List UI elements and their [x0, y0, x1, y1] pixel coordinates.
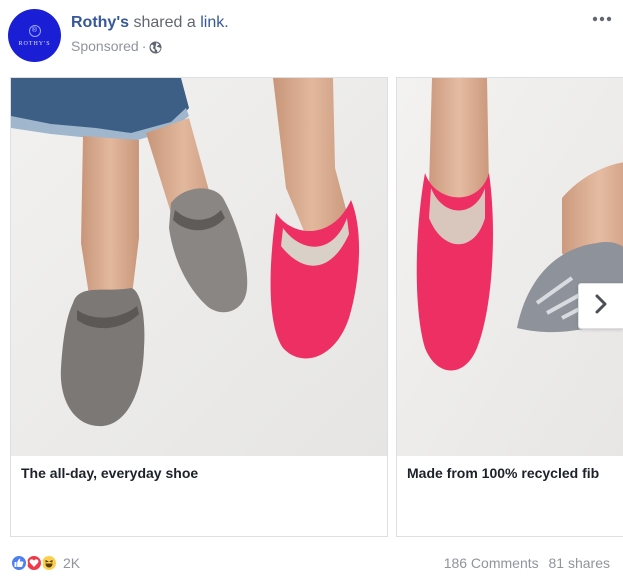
sponsored-separator: · — [141, 38, 147, 54]
page-avatar[interactable]: ® ROTHY'S — [8, 9, 61, 62]
page-name-link[interactable]: Rothy's — [71, 14, 129, 31]
carousel-card-1[interactable]: The all-day, everyday shoe — [10, 77, 388, 537]
card-caption[interactable]: Made from 100% recycled fib — [407, 465, 599, 481]
engagement-stats: 186 Comments 81 shares — [438, 555, 610, 571]
reactions-summary[interactable]: 2K — [10, 553, 80, 573]
avatar-logo-text: ROTHY'S — [18, 40, 51, 47]
like-icon — [10, 554, 28, 572]
post-footer: 2K 186 Comments 81 shares — [0, 548, 623, 580]
chevron-right-icon — [594, 294, 608, 319]
rothys-emblem-icon: ® — [28, 24, 41, 37]
shared-text: shared a — [133, 14, 196, 31]
more-options-icon[interactable] — [590, 12, 614, 26]
card-image-pink-zebra-flats[interactable] — [397, 78, 623, 456]
carousel-next-button[interactable] — [578, 283, 623, 329]
sponsored-line: Sponsored · — [71, 37, 162, 55]
sponsored-label[interactable]: Sponsored — [71, 37, 139, 55]
ad-carousel: The all-day, everyday shoe Made from 100… — [0, 77, 623, 539]
comments-count[interactable]: 186 Comments — [444, 555, 539, 571]
globe-icon[interactable] — [149, 40, 162, 53]
post-header: ® ROTHY'S Rothy's shared a link. Sponsor… — [0, 0, 623, 70]
card-caption[interactable]: The all-day, everyday shoe — [21, 465, 198, 481]
card-image-grey-loafers[interactable] — [11, 78, 387, 456]
link-word[interactable]: link. — [200, 14, 228, 31]
post-title-line: Rothy's shared a link. — [71, 13, 229, 33]
shares-count[interactable]: 81 shares — [549, 555, 610, 571]
reaction-count[interactable]: 2K — [63, 555, 80, 571]
